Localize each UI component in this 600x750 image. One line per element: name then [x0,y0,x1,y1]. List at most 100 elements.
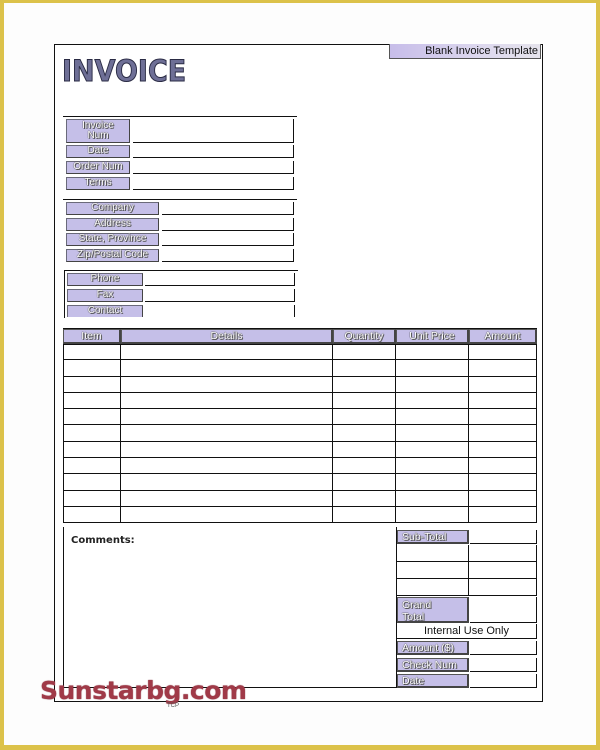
state-province-field[interactable] [162,233,294,246]
cell-amount[interactable] [469,376,537,393]
cell-unit-price[interactable] [396,506,469,524]
cell-amount[interactable] [469,506,537,524]
template-tag: Blank Invoice Template [389,44,541,59]
company-field[interactable] [162,202,294,215]
table-row [63,392,537,410]
table-row [63,506,537,524]
cell-quantity[interactable] [333,425,396,442]
cell-details[interactable] [121,360,333,377]
cell-unit-price[interactable] [396,458,469,475]
cell-quantity[interactable] [333,392,396,410]
cell-quantity[interactable] [333,506,396,524]
invoice-num-field[interactable] [133,119,294,143]
cell-unit-price[interactable] [396,376,469,393]
cell-amount[interactable] [469,344,537,361]
cell-unit-price[interactable] [396,344,469,361]
invoice-title: INVOICE [62,54,187,89]
order-num-field[interactable] [133,161,294,174]
invoice-num-row: Invoice Num [66,119,294,143]
cell-details[interactable] [121,344,333,361]
cell-unit-price[interactable] [396,392,469,410]
column-header-item: Item [63,329,121,344]
date-field[interactable] [133,145,294,158]
cell-amount[interactable] [469,458,537,475]
address-label: Address [66,218,159,231]
cell-quantity[interactable] [333,409,396,426]
blank-total-field-3[interactable] [469,579,537,596]
internal-date-label: Date [397,674,469,688]
subtotal-label: Sub-Total [397,530,469,544]
cell-item[interactable] [63,409,121,426]
table-row [63,360,537,377]
cell-item[interactable] [63,474,121,491]
cell-unit-price[interactable] [396,360,469,377]
cell-details[interactable] [121,506,333,524]
fax-field[interactable] [145,289,295,302]
table-row [63,490,537,507]
blank-total-field-2[interactable] [469,562,537,579]
check-num-label: Check Num [397,658,469,672]
cell-item[interactable] [63,425,121,442]
internal-date-field[interactable] [470,674,537,688]
cell-item[interactable] [63,344,121,361]
cell-details[interactable] [121,409,333,426]
cell-quantity[interactable] [333,490,396,507]
grand-total-field[interactable] [470,597,537,623]
cell-details[interactable] [121,441,333,459]
cell-quantity[interactable] [333,344,396,361]
cell-amount[interactable] [469,490,537,507]
cell-item[interactable] [63,360,121,377]
cell-item[interactable] [63,376,121,393]
cell-unit-price[interactable] [396,474,469,491]
internal-date-row: Date [397,674,537,688]
zip-code-row: Zip/Postal Code [66,249,294,262]
cell-details[interactable] [121,376,333,393]
blank-total-field-1[interactable] [469,545,537,562]
cell-details[interactable] [121,425,333,442]
blank-total-label-3[interactable] [397,579,469,596]
cell-quantity[interactable] [333,458,396,475]
cell-unit-price[interactable] [396,409,469,426]
blank-total-label-2[interactable] [397,562,469,579]
zip-code-field[interactable] [162,249,294,262]
company-info-box [63,199,297,200]
cell-item[interactable] [63,392,121,410]
cell-details[interactable] [121,392,333,410]
subtotal-row: Sub-Total [397,530,537,544]
cell-quantity[interactable] [333,376,396,393]
cell-amount[interactable] [469,392,537,410]
order-num-row: Order Num [66,161,294,174]
cell-quantity[interactable] [333,474,396,491]
cell-unit-price[interactable] [396,425,469,442]
grand-total-label: Grand Total [397,597,469,623]
cell-item[interactable] [63,458,121,475]
cell-details[interactable] [121,490,333,507]
order-num-label: Order Num [66,161,130,174]
check-num-field[interactable] [470,658,537,672]
cell-unit-price[interactable] [396,441,469,459]
amount-field[interactable] [470,641,537,655]
contact-label: Contact [67,305,143,317]
state-province-label: State, Province [66,233,159,246]
blank-total-label-1[interactable] [397,545,469,562]
phone-field[interactable] [145,273,295,286]
cell-item[interactable] [63,506,121,524]
cell-unit-price[interactable] [396,490,469,507]
cell-amount[interactable] [469,409,537,426]
comments-field[interactable] [63,527,397,688]
cell-amount[interactable] [469,474,537,491]
cell-item[interactable] [63,441,121,459]
watermark-small-mark: TCP [167,703,179,709]
cell-quantity[interactable] [333,360,396,377]
contact-field[interactable] [145,305,295,317]
subtotal-field[interactable] [470,530,537,544]
cell-details[interactable] [121,458,333,475]
cell-amount[interactable] [469,360,537,377]
cell-details[interactable] [121,474,333,491]
cell-item[interactable] [63,490,121,507]
cell-amount[interactable] [469,425,537,442]
address-field[interactable] [162,218,294,231]
terms-field[interactable] [133,177,294,190]
cell-amount[interactable] [469,441,537,459]
cell-quantity[interactable] [333,441,396,459]
